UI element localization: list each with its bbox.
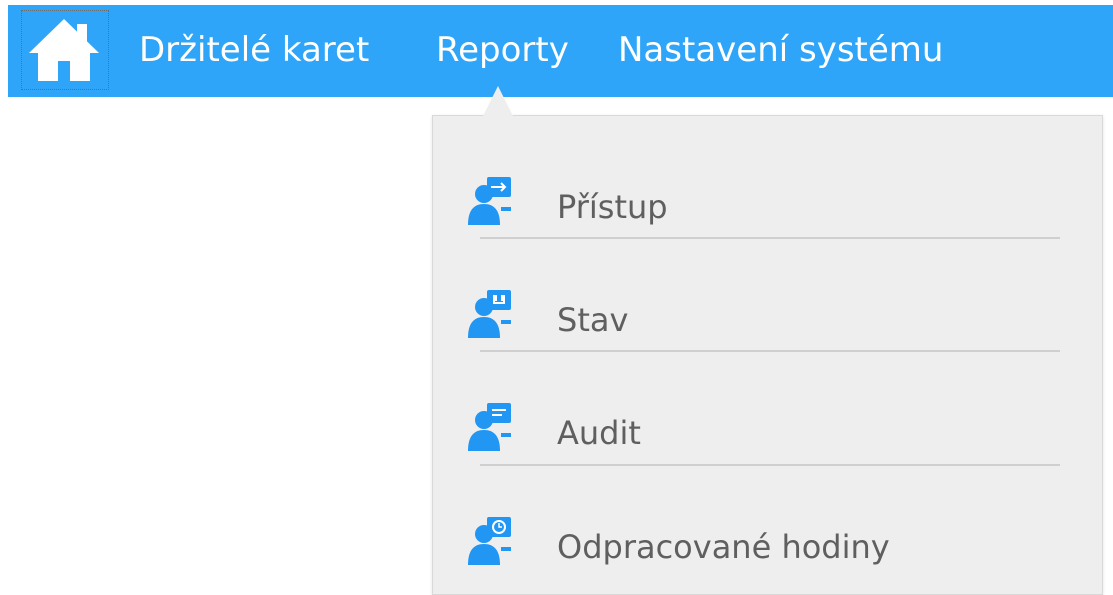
menu-item-audit-label: Audit xyxy=(557,414,641,452)
menu-item-worked-hours-label: Odpracované hodiny xyxy=(557,528,890,566)
home-icon xyxy=(29,19,99,81)
menu-item-audit[interactable]: Audit xyxy=(433,365,1102,477)
menu-divider xyxy=(480,237,1060,239)
nav-item-reports[interactable]: Reporty xyxy=(436,28,569,72)
menu-item-access[interactable]: Přístup xyxy=(433,139,1102,251)
home-button[interactable] xyxy=(21,10,109,90)
nav-item-system-settings[interactable]: Nastavení systému xyxy=(618,28,943,72)
menu-item-status[interactable]: Stav xyxy=(433,252,1102,364)
report-access-icon xyxy=(468,177,511,225)
report-audit-icon xyxy=(468,403,511,451)
report-hours-icon xyxy=(468,517,511,565)
menu-item-status-label: Stav xyxy=(557,301,629,339)
menu-item-worked-hours[interactable]: Odpracované hodiny xyxy=(433,479,1102,591)
nav-item-cardholders[interactable]: Držitelé karet xyxy=(139,28,369,72)
top-navbar: Držitelé karet Reporty Nastavení systému xyxy=(8,5,1113,97)
report-status-icon xyxy=(468,290,511,338)
menu-divider xyxy=(480,464,1060,466)
menu-item-access-label: Přístup xyxy=(557,188,668,226)
reports-dropdown-menu: Přístup Stav Audit Odpracované hodiny xyxy=(432,115,1103,595)
dropdown-caret xyxy=(483,86,513,116)
menu-divider xyxy=(480,350,1060,352)
